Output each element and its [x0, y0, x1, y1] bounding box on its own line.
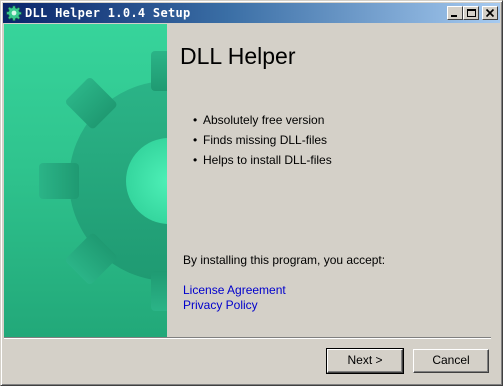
license-agreement-link[interactable]: License Agreement [183, 283, 286, 297]
gear-icon [6, 5, 22, 21]
cancel-button[interactable]: Cancel [413, 349, 489, 373]
close-icon [485, 8, 495, 18]
next-button[interactable]: Next > [326, 348, 404, 374]
minimize-button[interactable] [447, 6, 463, 20]
main-content: DLL Helper • Absolutely free version • F… [167, 24, 500, 337]
privacy-policy-link[interactable]: Privacy Policy [183, 298, 258, 312]
feature-text: Finds missing DLL-files [203, 133, 328, 147]
title-bar[interactable]: DLL Helper 1.0.4 Setup [3, 3, 500, 23]
gear-icon [39, 51, 167, 311]
sidebar-banner [4, 24, 167, 337]
bullet-icon: • [193, 113, 198, 127]
bullet-icon: • [193, 133, 198, 147]
minimize-icon [451, 15, 457, 17]
close-button[interactable] [482, 6, 498, 20]
product-title: DLL Helper [180, 43, 296, 69]
accept-notice: By installing this program, you accept: [183, 253, 386, 267]
feature-text: Helps to install DLL-files [203, 153, 332, 167]
feature-text: Absolutely free version [203, 113, 325, 127]
maximize-icon [467, 9, 476, 17]
footer-divider [4, 337, 491, 339]
bullet-icon: • [193, 153, 198, 167]
window-title: DLL Helper 1.0.4 Setup [25, 6, 191, 20]
maximize-button[interactable] [463, 6, 479, 20]
setup-window: DLL Helper 1.0.4 Setup DLL Helper • Abso… [0, 0, 503, 386]
